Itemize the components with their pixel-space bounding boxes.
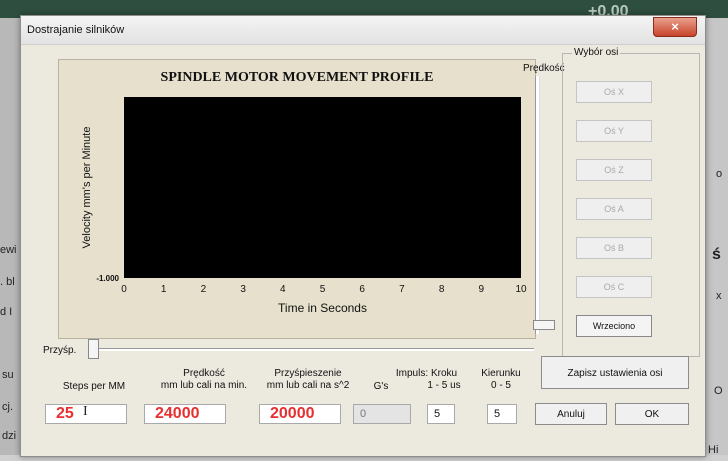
axis-selection-label: Wybór osi: [572, 47, 621, 58]
axis-a-button[interactable]: Oś A: [576, 198, 652, 220]
background-fragment: x: [716, 290, 722, 302]
gs-value: 0: [360, 408, 367, 420]
acceleration-value: 20000: [270, 405, 315, 422]
gs-field: 0: [353, 404, 411, 424]
speed-slider-thumb[interactable]: [533, 320, 555, 330]
ok-button[interactable]: OK: [615, 403, 689, 425]
window-title: Dostrajanie silników: [27, 24, 125, 36]
pulse-header-line1: Kroku: [430, 368, 458, 379]
velocity-header-line2: mm lub cali na min.: [160, 380, 248, 391]
velocity-field[interactable]: 24000: [144, 404, 226, 424]
background-fragment: dzi: [2, 430, 17, 442]
accel-slider-label: Przyśp.: [43, 345, 77, 356]
text-cursor-icon: I: [83, 404, 88, 419]
background-fragment: O: [714, 385, 723, 397]
spindle-button[interactable]: Wrzeciono: [576, 315, 652, 337]
x-tick-label: 6: [359, 284, 365, 295]
gs-header: G's: [373, 381, 389, 392]
save-axis-settings-button[interactable]: Zapisz ustawienia osi: [541, 356, 689, 389]
close-button[interactable]: ×: [653, 17, 697, 37]
pulse-header-line2: 1 - 5 us: [427, 380, 461, 391]
velocity-header-line1: Prędkość: [183, 368, 225, 379]
step-pulse-field[interactable]: 5: [427, 404, 455, 424]
pulse-header: Kroku 1 - 5 us: [421, 368, 467, 392]
y-tick-label: -1.000: [96, 274, 119, 283]
x-tick-label: 5: [320, 284, 326, 295]
steps-header: Steps per MM: [62, 381, 126, 392]
background-fragment: Hi: [708, 444, 719, 456]
chart-canvas: 0 1 2 3 4 5 6 7 8 9 10 -1.000 Time in Seconds Velocit…: [81, 97, 527, 315]
title-bar[interactable]: Dostrajanie silników ×: [21, 16, 705, 45]
motion-profile-chart: SPINDLE MOTOR MOVEMENT PROFILE 012345678…: [58, 59, 536, 339]
y-axis-label: Velocity mm's per Minute: [81, 127, 93, 249]
accel-header-line2: mm lub cali na s^2: [266, 380, 350, 391]
plot-area: [124, 97, 521, 278]
dir-header-line1: Kierunku: [481, 368, 521, 379]
speed-slider-label: Prędkość: [523, 63, 565, 74]
background-fragment: ewi: [0, 244, 17, 256]
axis-y-button[interactable]: Oś Y: [576, 120, 652, 142]
dir-pulse-field[interactable]: 5: [487, 404, 517, 424]
x-tick-label: 8: [439, 284, 445, 295]
accel-header: Przyśpieszenie mm lub cali na s^2: [253, 368, 363, 392]
accel-header-line1: Przyśpieszenie: [274, 368, 342, 379]
background-fragment: ś: [712, 246, 721, 263]
axis-c-button[interactable]: Oś C: [576, 276, 652, 298]
acceleration-field[interactable]: 20000: [259, 404, 341, 424]
speed-slider-track[interactable]: [535, 76, 540, 334]
background-fragment: su: [2, 369, 14, 381]
x-tick-label: 3: [240, 284, 246, 295]
x-tick-label: 4: [280, 284, 286, 295]
cancel-button[interactable]: Anuluj: [535, 403, 607, 425]
background-fragment: cj.: [2, 401, 13, 413]
close-icon: ×: [671, 19, 679, 34]
background-left-panel: [0, 18, 22, 461]
step-pulse-value: 5: [434, 408, 441, 420]
x-axis-label: Time in Seconds: [278, 301, 367, 315]
axis-x-button[interactable]: Oś X: [576, 81, 652, 103]
x-tick-label: 0: [121, 284, 127, 295]
dir-header: Kierunku 0 - 5: [476, 368, 526, 392]
background-fragment: d I: [0, 306, 13, 318]
velocity-header: Prędkość mm lub cali na min.: [139, 368, 269, 392]
x-tick-label: 1: [161, 284, 167, 295]
velocity-value: 24000: [155, 405, 200, 422]
dir-header-line2: 0 - 5: [490, 380, 511, 391]
axis-z-button[interactable]: Oś Z: [576, 159, 652, 181]
x-tick-label: 10: [515, 284, 527, 295]
accel-slider-thumb[interactable]: [88, 339, 99, 359]
x-tick-label: 2: [201, 284, 207, 295]
accel-slider-track[interactable]: [99, 348, 534, 351]
background-fragment: . bl: [0, 276, 15, 288]
motor-tuning-dialog: Dostrajanie silników × SPINDLE MOTOR MOV…: [20, 15, 706, 457]
x-tick-label: 9: [479, 284, 485, 295]
steps-per-mm-value: 25: [56, 405, 74, 422]
background-fragment: o: [716, 168, 723, 180]
dir-pulse-value: 5: [494, 408, 501, 420]
axis-b-button[interactable]: Oś B: [576, 237, 652, 259]
x-tick-label: 7: [399, 284, 405, 295]
